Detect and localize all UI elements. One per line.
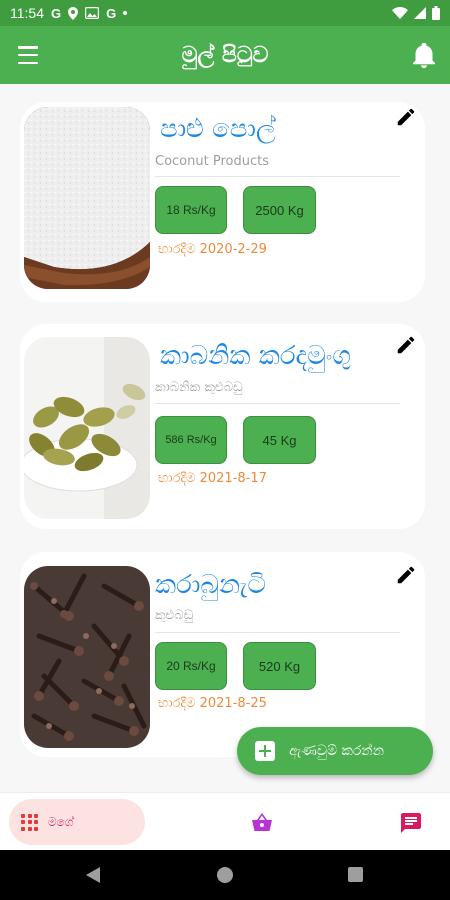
quantity-badge: 45 Kg — [243, 416, 316, 464]
desiccated-coconut-photo — [24, 107, 150, 289]
delivery-date: භාරදීම 2021-8-25 — [158, 696, 267, 711]
edit-icon[interactable] — [395, 106, 417, 128]
product-category: කුළුබඩු — [155, 608, 194, 623]
delivery-date: භාරදීම 2020-2-29 — [158, 242, 267, 257]
status-time: 11:54 — [10, 5, 44, 21]
bottom-nav: මගේ — [0, 792, 450, 850]
cardamom-photo — [24, 337, 150, 519]
battery-icon — [432, 6, 440, 20]
back-icon[interactable] — [86, 867, 100, 883]
basket-icon[interactable] — [250, 811, 274, 833]
product-title: පාළු පොල් — [160, 114, 276, 144]
cloves-photo — [24, 566, 150, 748]
price-badge: 20 Rs/Kg — [155, 642, 227, 690]
product-title: කරාබුනැටි — [155, 570, 267, 600]
product-image — [24, 107, 150, 289]
nav-item-home[interactable]: මගේ — [9, 799, 145, 845]
app-bar: මුල් පිටුව — [0, 26, 450, 84]
dot-icon — [123, 11, 128, 15]
photo-icon — [85, 7, 100, 19]
place-order-button[interactable]: ඇණවුම් කරන්න — [237, 727, 433, 775]
product-card[interactable]: පාළු පොල් Coconut Products 18 Rs/Kg 2500… — [20, 102, 425, 302]
product-image — [24, 566, 150, 748]
place-order-label: ඇණවුම් කරන්න — [289, 743, 385, 759]
price-badge: 586 Rs/Kg — [155, 416, 227, 464]
wifi-icon — [392, 7, 408, 19]
product-title: කාබනික කරදමුංගු — [160, 341, 351, 371]
product-list: පාළු පොල් Coconut Products 18 Rs/Kg 2500… — [0, 84, 450, 792]
product-image — [24, 337, 150, 519]
location-pin-icon — [68, 6, 79, 20]
delivery-date: භාරදීම 2021-8-17 — [158, 471, 267, 486]
home-icon[interactable] — [217, 867, 233, 883]
status-bar: 11:54 G G — [0, 0, 450, 26]
apps-grid-icon — [21, 813, 38, 831]
divider — [155, 176, 400, 177]
google-g-icon: G — [106, 5, 117, 21]
quantity-badge: 2500 Kg — [243, 186, 316, 234]
hamburger-menu-icon[interactable] — [18, 44, 40, 66]
add-box-icon — [255, 741, 275, 761]
divider — [155, 403, 400, 404]
message-icon[interactable] — [399, 811, 423, 835]
page-title: මුල් පිටුව — [181, 42, 269, 68]
quantity-badge: 520 Kg — [243, 642, 316, 690]
price-badge: 18 Rs/Kg — [155, 186, 227, 234]
product-category: Coconut Products — [155, 154, 269, 169]
system-nav-bar — [0, 850, 450, 900]
product-card[interactable]: කාබනික කරදමුංගු කාබනික කුළුබඩු 586 Rs/Kg… — [20, 324, 425, 529]
nav-home-label: මගේ — [48, 814, 74, 829]
bell-icon[interactable] — [412, 42, 436, 68]
recent-apps-icon[interactable] — [348, 867, 363, 882]
google-g-icon: G — [51, 5, 62, 21]
edit-icon[interactable] — [395, 564, 417, 586]
product-category: කාබනික කුළුබඩු — [155, 380, 243, 395]
signal-icon — [414, 7, 426, 19]
divider — [155, 632, 400, 633]
edit-icon[interactable] — [395, 334, 417, 356]
